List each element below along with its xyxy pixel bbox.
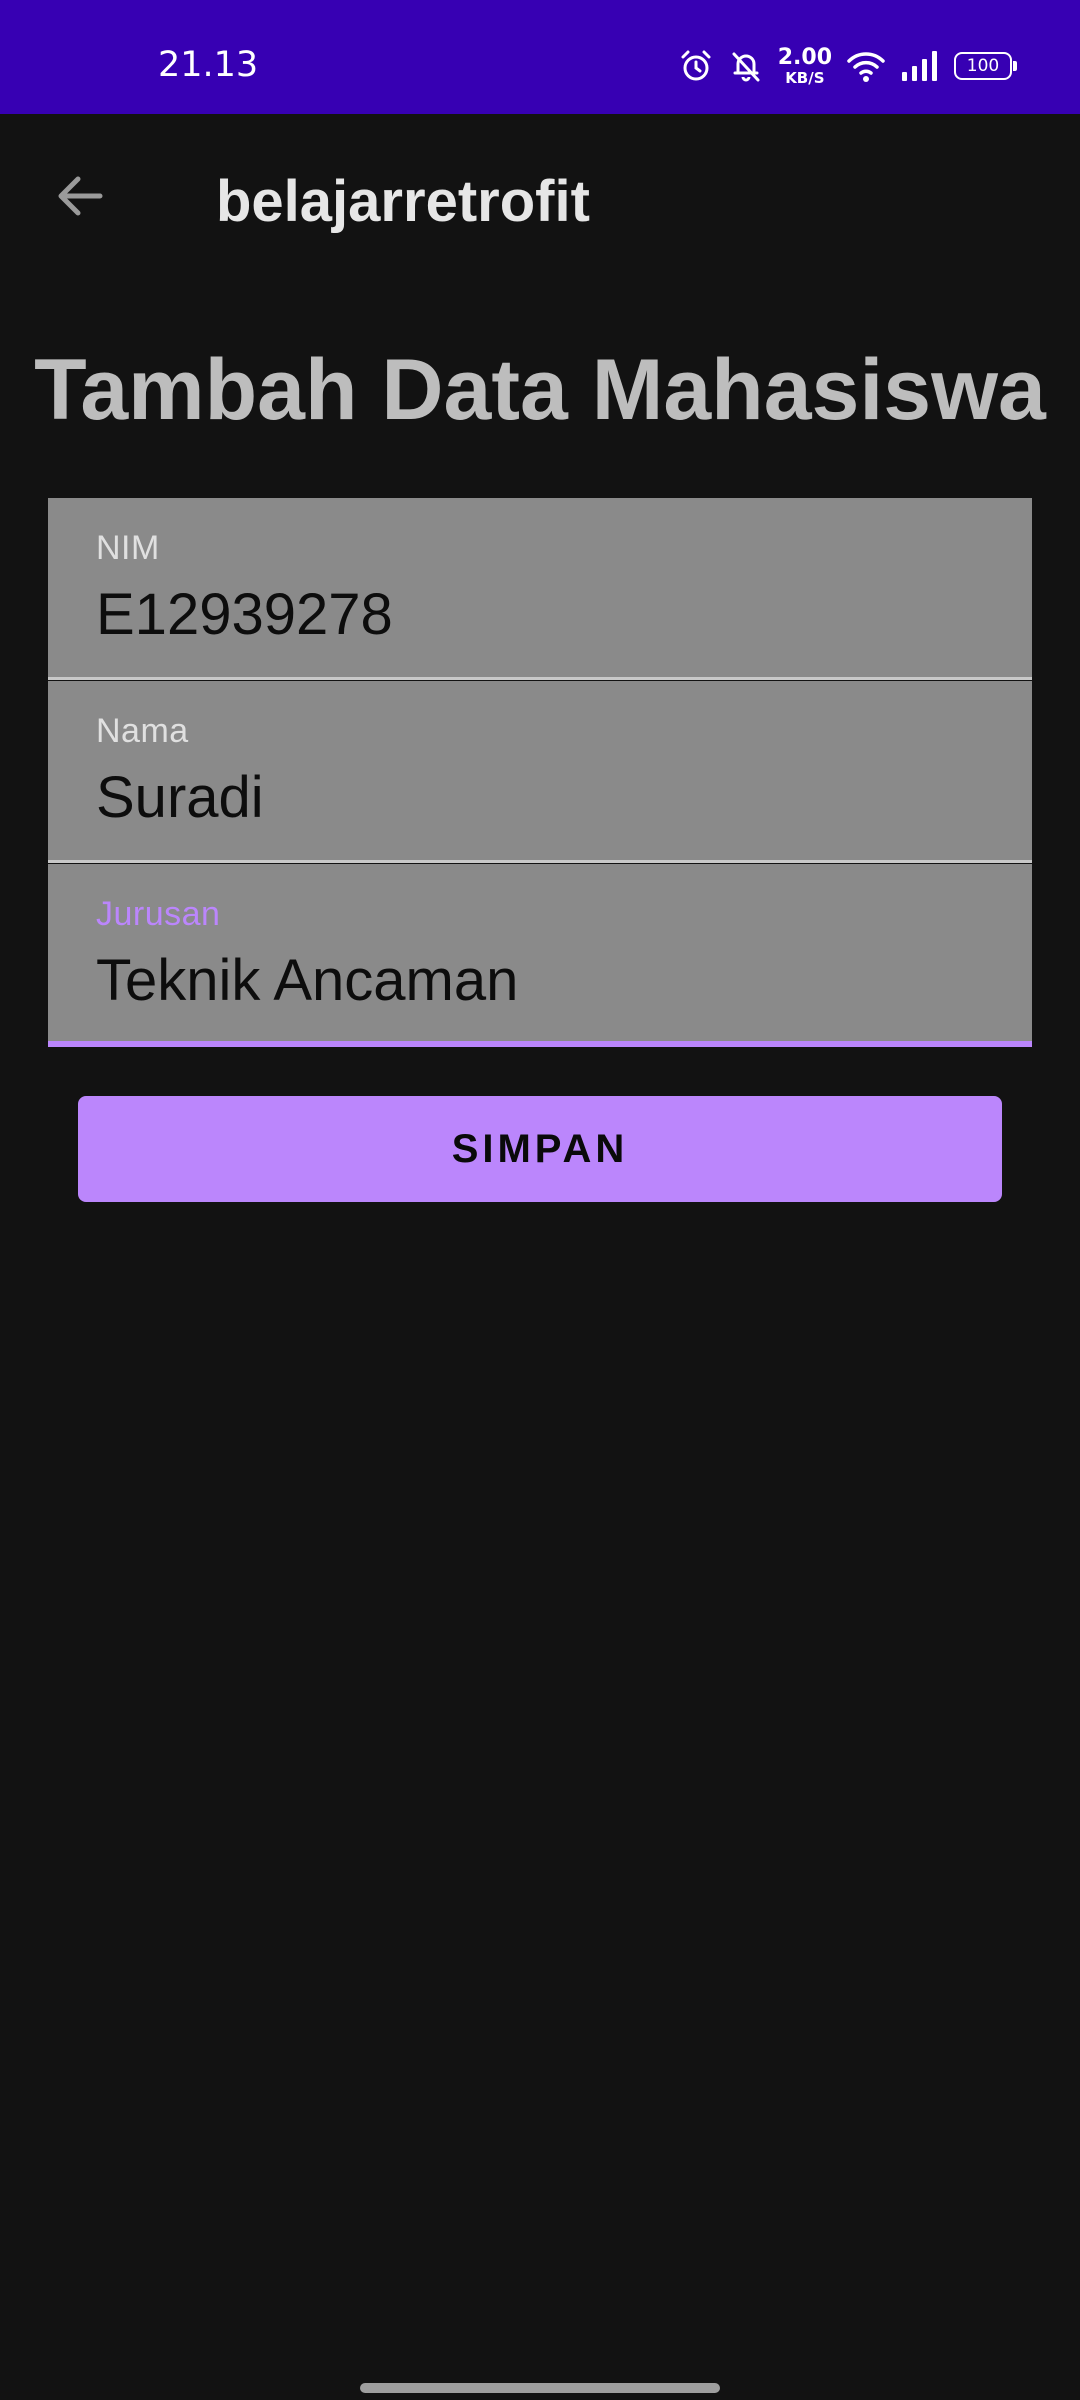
jurusan-input[interactable] — [96, 946, 976, 1016]
status-icons: 2.00 KB/S 100 — [678, 44, 1017, 87]
battery-icon: 100 — [954, 52, 1017, 80]
screen: 21.13 2.00 KB/S 100 belajarretrofit Tamb… — [0, 0, 1080, 2400]
nim-label: NIM — [96, 529, 160, 567]
notifications-off-icon — [728, 48, 764, 84]
nama-input[interactable] — [96, 763, 976, 833]
jurusan-field[interactable]: Jurusan — [48, 864, 1032, 1047]
nama-label: Nama — [96, 712, 189, 750]
nim-input[interactable] — [96, 580, 976, 650]
jurusan-label: Jurusan — [96, 895, 221, 933]
network-speed-value: 2.00 — [777, 44, 832, 70]
cellular-signal-icon — [900, 48, 940, 84]
wifi-icon — [846, 48, 886, 84]
status-time: 21.13 — [158, 45, 259, 85]
network-speed-unit: KB/S — [785, 68, 825, 87]
arrow-back-icon — [54, 170, 106, 226]
gesture-navigation-bar[interactable] — [360, 2383, 720, 2393]
nama-field[interactable]: Nama — [48, 681, 1032, 863]
page-title: Tambah Data Mahasiswa — [34, 342, 1046, 438]
nim-field[interactable]: NIM — [48, 498, 1032, 680]
network-speed: 2.00 KB/S — [777, 44, 832, 87]
app-bar: belajarretrofit — [0, 114, 1080, 284]
alarm-icon — [678, 48, 714, 84]
save-button[interactable]: SIMPAN — [78, 1096, 1002, 1202]
status-bar: 21.13 2.00 KB/S 100 — [0, 0, 1080, 114]
back-button[interactable] — [48, 166, 112, 230]
app-title: belajarretrofit — [216, 169, 590, 234]
